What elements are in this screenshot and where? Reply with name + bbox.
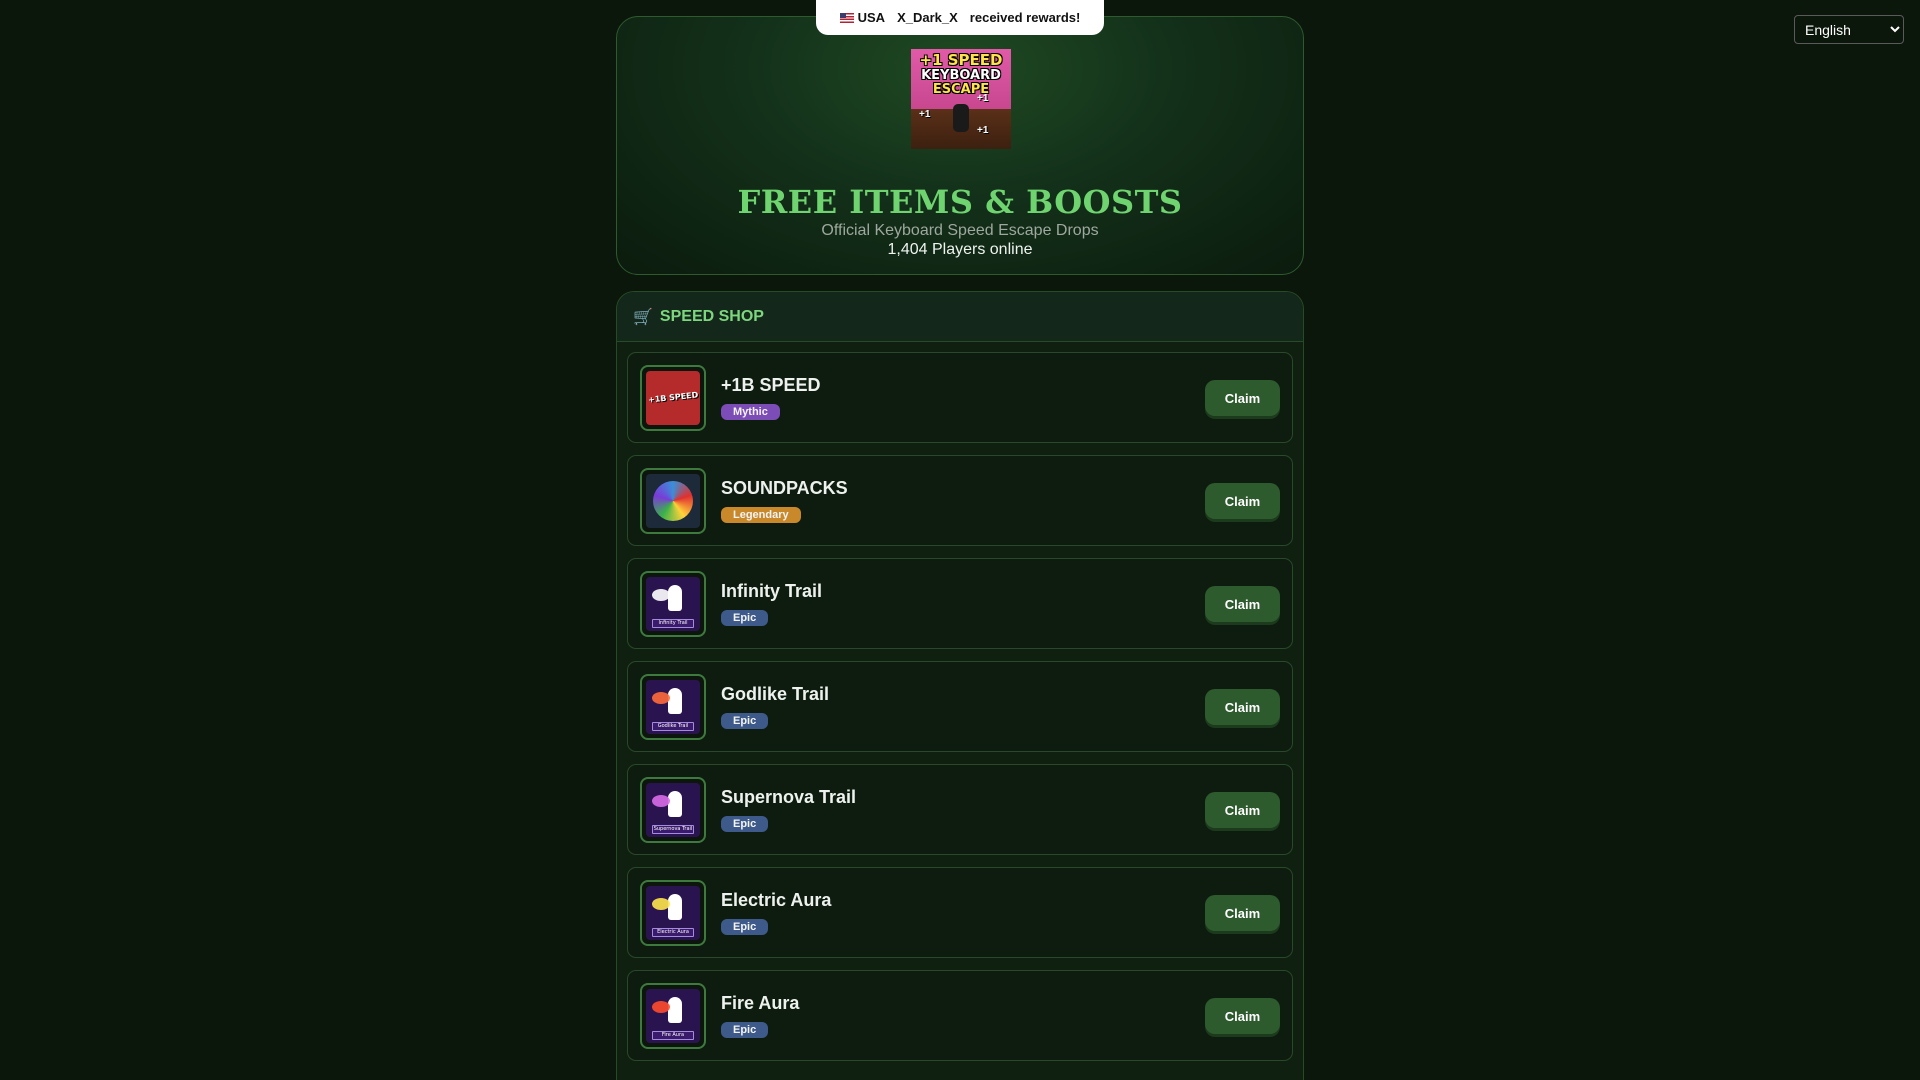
thumb-label: Supernova Trail — [652, 824, 694, 834]
item-thumbnail: Fire Aura — [640, 982, 706, 1049]
claim-button[interactable]: Claim — [1205, 586, 1280, 622]
claim-button[interactable]: Claim — [1205, 998, 1280, 1034]
item-image — [646, 473, 700, 528]
shop-header: 🛒 SPEED SHOP — [617, 292, 1303, 342]
shop-item: Infinity Trail Infinity Trail Epic Claim — [627, 558, 1293, 649]
rarity-badge: Epic — [721, 919, 769, 935]
item-name: Fire Aura — [721, 993, 800, 1013]
claim-button[interactable]: Claim — [1205, 689, 1280, 725]
cart-icon: 🛒 — [633, 308, 653, 326]
page-subtitle: Official Keyboard Speed Escape Drops — [821, 222, 1099, 239]
shop-item: Fire Aura Fire Aura Epic Claim — [627, 970, 1293, 1061]
art-escape-text: ESCAPE — [932, 82, 990, 97]
thumb-label: Godlike Trail — [652, 721, 694, 731]
character-icon — [668, 790, 682, 817]
rarity-badge: Legendary — [721, 507, 801, 523]
page-title: FREE ITEMS & BOOSTS — [737, 183, 1183, 221]
thumb-speed-text: +1B SPEED — [647, 390, 699, 405]
item-name: Godlike Trail — [721, 684, 830, 704]
thumb-label: Electric Aura — [652, 927, 694, 937]
rarity-badge: Mythic — [721, 404, 780, 420]
reward-message: received rewards! — [969, 10, 1081, 25]
art-speed-text: +1 SPEED — [919, 51, 1003, 69]
item-image: +1B SPEED — [646, 370, 700, 425]
claim-button[interactable]: Claim — [1205, 380, 1280, 416]
character-icon — [668, 893, 682, 920]
soundpack-orb-icon — [653, 480, 693, 521]
rarity-badge: Epic — [721, 713, 769, 729]
character-icon — [668, 584, 682, 611]
shop-item: SOUNDPACKS Legendary Claim — [627, 455, 1293, 546]
shop-item-list: +1B SPEED +1B SPEED Mythic Claim SOUNDPA… — [617, 342, 1303, 1061]
item-info: Fire Aura Epic — [721, 993, 1280, 1038]
speed-shop-panel: 🛒 SPEED SHOP +1B SPEED +1B SPEED Mythic … — [616, 291, 1304, 1080]
shop-title: SPEED SHOP — [659, 307, 764, 325]
shop-item: Electric Aura Electric Aura Epic Claim — [627, 867, 1293, 958]
thumb-label: Infinity Trail — [652, 618, 694, 628]
item-name: Supernova Trail — [721, 787, 857, 807]
item-image: Fire Aura — [646, 988, 700, 1043]
art-keyboard-text: KEYBOARD — [921, 68, 1001, 83]
claim-button[interactable]: Claim — [1205, 792, 1280, 828]
rarity-badge: Epic — [721, 816, 769, 832]
item-image: Electric Aura — [646, 885, 700, 940]
effect-icon — [652, 588, 670, 601]
item-thumbnail: +1B SPEED — [640, 364, 706, 431]
item-image: Godlike Trail — [646, 679, 700, 734]
item-name: Electric Aura — [721, 890, 832, 910]
item-thumbnail: Supernova Trail — [640, 776, 706, 843]
username-label: X_Dark_X — [897, 10, 958, 25]
effect-icon — [652, 1000, 670, 1013]
item-name: +1B SPEED — [721, 375, 821, 395]
players-online: 1,404 Players online — [887, 241, 1033, 258]
item-name: SOUNDPACKS — [721, 478, 848, 498]
shop-item: Supernova Trail Supernova Trail Epic Cla… — [627, 764, 1293, 855]
item-info: Infinity Trail Epic — [721, 581, 1280, 626]
item-image: Infinity Trail — [646, 576, 700, 631]
item-info: Supernova Trail Epic — [721, 787, 1280, 832]
character-icon — [668, 687, 682, 714]
shop-item: Godlike Trail Godlike Trail Epic Claim — [627, 661, 1293, 752]
hero-card: +1 SPEED KEYBOARD ESCAPE +1 +1 +1 FREE I… — [616, 16, 1304, 275]
claim-button[interactable]: Claim — [1205, 483, 1280, 519]
country-tag: USA — [839, 10, 886, 25]
art-plus-text: +1 — [919, 109, 931, 120]
reward-notification: USA X_Dark_X received rewards! — [816, 0, 1104, 35]
item-info: Godlike Trail Epic — [721, 684, 1280, 729]
us-flag-icon — [839, 12, 854, 23]
thumb-label: Fire Aura — [652, 1030, 694, 1040]
art-plus-text: +1 — [977, 93, 989, 104]
art-plus-text: +1 — [977, 125, 989, 136]
item-image: Supernova Trail — [646, 782, 700, 837]
item-info: Electric Aura Epic — [721, 890, 1280, 935]
claim-button[interactable]: Claim — [1205, 895, 1280, 931]
item-thumbnail: Godlike Trail — [640, 673, 706, 740]
shop-item: +1B SPEED +1B SPEED Mythic Claim — [627, 352, 1293, 443]
character-icon — [668, 996, 682, 1023]
country-label: USA — [857, 10, 886, 25]
rarity-badge: Epic — [721, 1022, 769, 1038]
page: USA X_Dark_X received rewards! English +… — [0, 0, 1920, 1080]
item-info: SOUNDPACKS Legendary — [721, 478, 1280, 523]
item-info: +1B SPEED Mythic — [721, 375, 1280, 420]
effect-icon — [652, 794, 670, 807]
game-thumbnail: +1 SPEED KEYBOARD ESCAPE +1 +1 +1 — [911, 49, 1011, 149]
effect-icon — [652, 897, 670, 910]
item-name: Infinity Trail — [721, 581, 823, 601]
player-figure — [953, 104, 969, 132]
effect-icon — [652, 691, 670, 704]
rarity-badge: Epic — [721, 610, 769, 626]
language-select[interactable]: English — [1794, 15, 1904, 44]
item-thumbnail: Electric Aura — [640, 879, 706, 946]
item-thumbnail — [640, 467, 706, 534]
item-thumbnail: Infinity Trail — [640, 570, 706, 637]
